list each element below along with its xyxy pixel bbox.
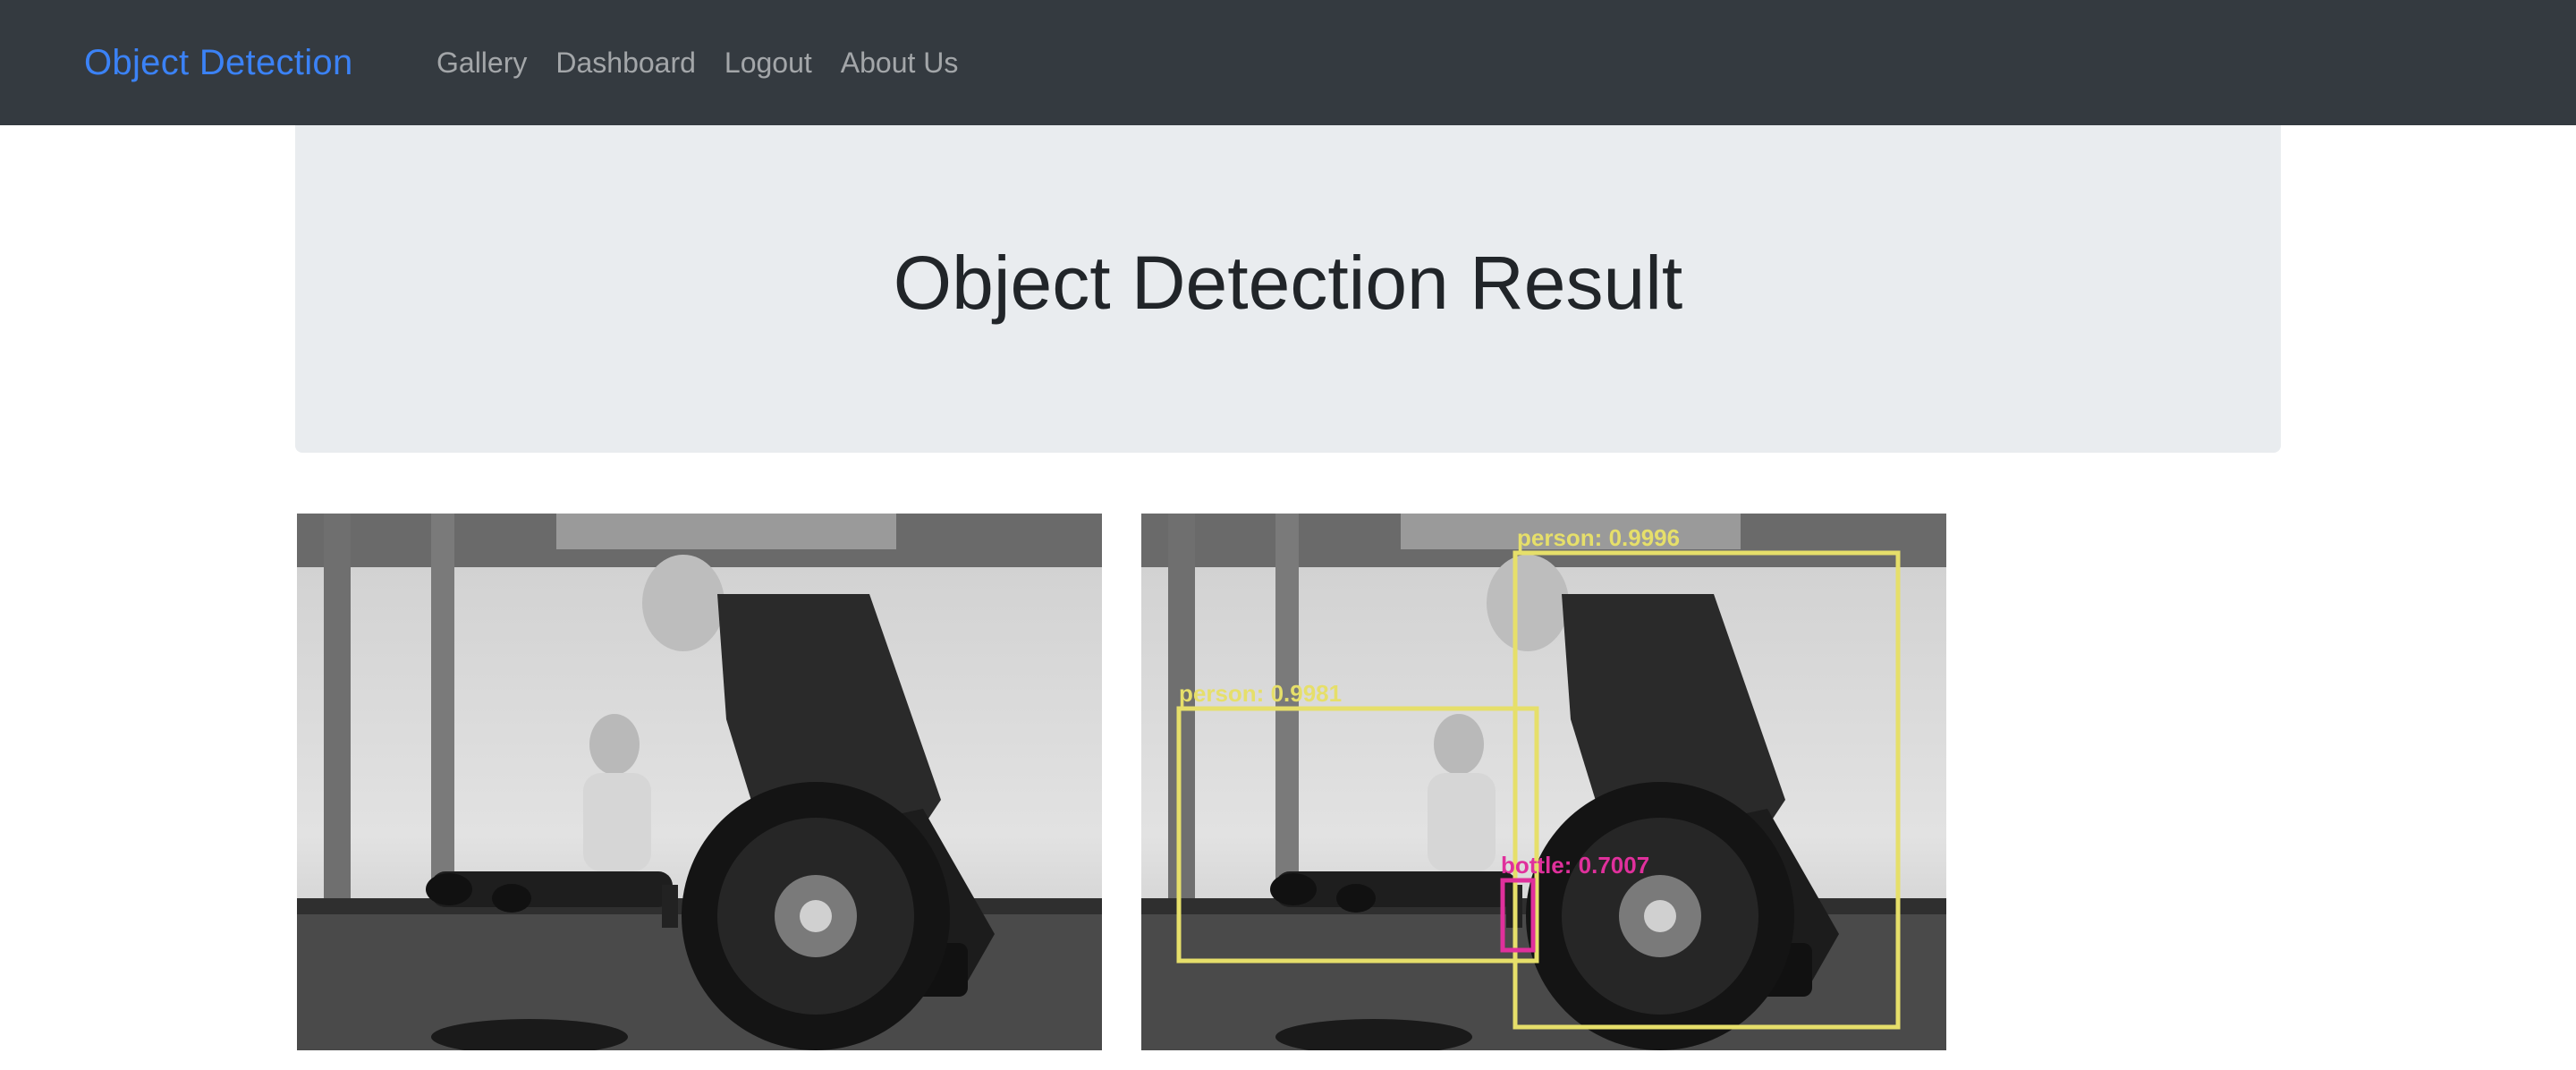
- nav-link-logout[interactable]: Logout: [724, 47, 812, 80]
- original-image: [297, 514, 1102, 1050]
- nav-link-about-us[interactable]: About Us: [841, 47, 959, 80]
- detection-label-person-2: person: 0.9981: [1179, 680, 1342, 707]
- page-title: Object Detection Result: [893, 241, 1683, 325]
- nav-link-dashboard[interactable]: Dashboard: [555, 47, 696, 80]
- top-navbar: Object Detection Gallery Dashboard Logou…: [0, 0, 2576, 125]
- nav-link-gallery[interactable]: Gallery: [436, 47, 527, 80]
- detection-label-bottle: bottle: 0.7007: [1501, 852, 1649, 879]
- brand-link[interactable]: Object Detection: [84, 0, 353, 125]
- detection-result-image: person: 0.9996 person: 0.9981 bottle: 0.…: [1141, 514, 1946, 1050]
- result-header: Object Detection Result: [295, 125, 2281, 453]
- nav-links: Gallery Dashboard Logout About Us: [436, 0, 987, 125]
- detection-label-person-1: person: 0.9996: [1517, 524, 1680, 551]
